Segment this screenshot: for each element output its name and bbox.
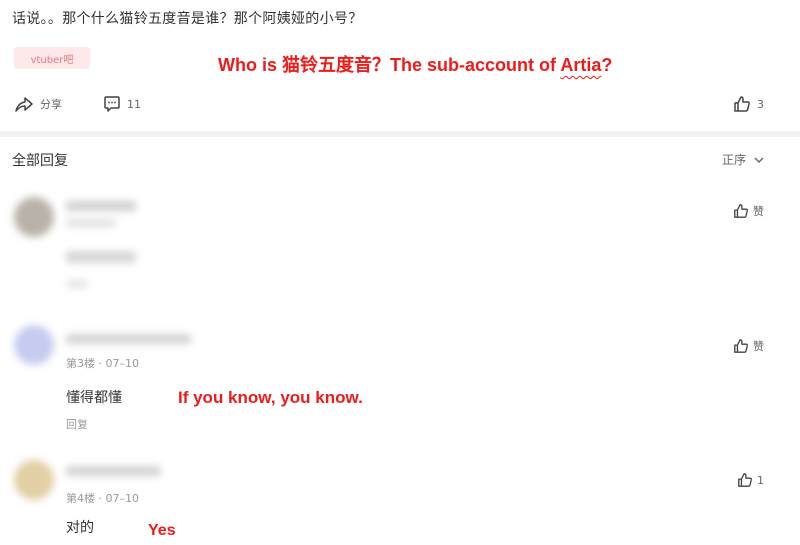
annotation-name: Artia	[560, 55, 602, 75]
reply-1	[0, 185, 700, 300]
reply-3-like-button[interactable]: 1	[737, 472, 764, 488]
sort-dropdown[interactable]: 正序	[722, 151, 764, 168]
annotation-text: Who is 猫铃五度音？The sub-account of	[218, 55, 561, 75]
section-divider	[0, 131, 800, 137]
post-text: 话说。。那个什么猫铃五度音是谁？那个阿姨娅的小号？	[12, 11, 363, 27]
thumbs-up-icon	[734, 204, 748, 218]
sort-label: 正序	[722, 153, 747, 167]
forum-tag[interactable]: vtuber吧	[14, 47, 90, 69]
avatar	[14, 197, 54, 237]
reply-placeholder	[66, 280, 88, 288]
comment-icon	[104, 96, 120, 112]
like-label: 赞	[753, 205, 764, 218]
like-count: 3	[757, 97, 764, 111]
meta-placeholder	[66, 219, 116, 227]
all-replies-title: 全部回复	[12, 153, 68, 169]
reply-button[interactable]: 回复	[66, 416, 88, 432]
like-label: 赞	[753, 340, 764, 353]
like-count: 1	[757, 473, 764, 487]
translation-annotation-reply-3: Yes	[148, 522, 176, 539]
comment-button[interactable]: 11	[103, 95, 141, 113]
username-placeholder	[66, 201, 136, 211]
thumbs-up-icon	[734, 96, 750, 112]
share-icon	[15, 97, 33, 112]
reply-1-like-button[interactable]: 赞	[733, 203, 764, 219]
comment-count: 11	[127, 97, 141, 111]
reply-text: 对的	[66, 520, 94, 536]
translation-annotation-post: Who is 猫铃五度音？The sub-account of Artia?	[218, 51, 612, 77]
share-button[interactable]: 分享	[14, 95, 62, 113]
like-button[interactable]: 3	[733, 95, 764, 113]
reply-floor: 第3楼 · 07–10	[66, 357, 139, 370]
thumbs-up-icon	[738, 473, 752, 487]
text-placeholder	[66, 251, 136, 263]
reply-floor: 第4楼 · 07–10	[66, 492, 139, 505]
share-label: 分享	[40, 98, 62, 111]
chevron-down-icon	[754, 157, 764, 163]
avatar	[14, 460, 54, 500]
annotation-suffix: ?	[601, 55, 613, 75]
translation-annotation-reply-2: If you know, you know.	[178, 388, 363, 407]
avatar	[14, 325, 54, 365]
thumbs-up-icon	[734, 339, 748, 353]
username-placeholder	[66, 466, 161, 476]
username-placeholder	[66, 334, 191, 344]
reply-2-like-button[interactable]: 赞	[733, 338, 764, 354]
reply-text: 懂得都懂	[66, 390, 122, 406]
